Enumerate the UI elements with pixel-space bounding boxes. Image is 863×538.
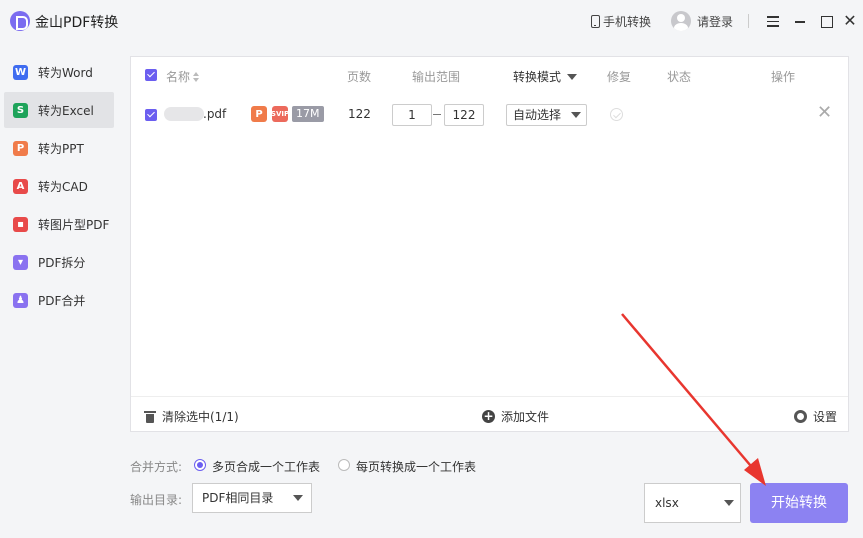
output-dir-select[interactable]: PDF相同目录 — [192, 483, 312, 513]
sidebar-item-ppt[interactable]: P 转为PPT — [4, 130, 114, 166]
merge-mode-label: 合并方式: — [130, 460, 183, 474]
login-label: 请登录 — [697, 14, 734, 29]
conversion-mode-select[interactable]: 自动选择 — [506, 104, 587, 126]
word-icon: W — [13, 64, 28, 80]
add-file-label: 添加文件 — [501, 410, 550, 424]
filename: .pdf — [203, 107, 227, 121]
title-bar: 金山PDF转换 手机转换 请登录 ✕ — [0, 0, 863, 42]
maximize-icon[interactable] — [818, 13, 834, 29]
app-logo-icon — [10, 11, 30, 31]
header-action: 操作 — [771, 70, 796, 84]
sidebar-item-label: 转为Word — [38, 65, 93, 80]
header-range: 输出范围 — [412, 70, 461, 84]
window-close-icon[interactable]: ✕ — [842, 13, 858, 29]
repair-check-icon[interactable] — [610, 108, 623, 121]
trash-icon — [144, 410, 156, 423]
chevron-down-icon — [571, 112, 581, 118]
merge-option-single-sheet-label[interactable]: 多页合成一个工作表 — [212, 458, 320, 475]
header-pages: 页数 — [347, 70, 372, 84]
file-size-badge: 17M — [292, 106, 324, 122]
pdf-split-icon: ▾ — [13, 254, 28, 270]
mobile-convert-label: 手机转换 — [603, 15, 652, 29]
ppt-icon: P — [13, 140, 28, 156]
clear-selected-button[interactable]: 清除选中(1/1) — [144, 408, 239, 425]
excel-icon: S — [13, 102, 28, 118]
sidebar-item-excel[interactable]: S 转为Excel — [4, 92, 114, 128]
output-dir-value: PDF相同目录 — [202, 491, 274, 505]
header-repair: 修复 — [607, 70, 632, 84]
chevron-down-icon — [567, 74, 578, 80]
sidebar: W 转为Word S 转为Excel P 转为PPT A 转为CAD ▪ 转图片… — [0, 54, 118, 320]
sidebar-item-label: 转为CAD — [38, 179, 88, 194]
image-pdf-icon: ▪ — [13, 216, 28, 232]
chevron-down-icon — [724, 500, 734, 506]
cad-icon: A — [13, 178, 28, 194]
sidebar-item-word[interactable]: W 转为Word — [4, 54, 114, 90]
plus-icon: + — [482, 409, 495, 423]
clear-selected-label: 清除选中(1/1) — [162, 410, 239, 424]
output-format-value: xlsx — [655, 496, 679, 510]
select-all-checkbox[interactable] — [145, 69, 157, 81]
merge-option-single-sheet-radio[interactable] — [194, 459, 206, 471]
output-dir-label: 输出目录: — [130, 493, 183, 507]
phone-icon — [591, 15, 600, 28]
table-row: .pdf P SVIP 17M 122 1 122 自动选择 ✕ — [131, 95, 848, 135]
pdf-merge-icon: ♟ — [13, 292, 28, 308]
avatar — [671, 11, 691, 31]
sidebar-item-label: PDF合并 — [38, 293, 86, 308]
start-convert-button[interactable]: 开始转换 — [750, 483, 848, 523]
chevron-down-icon — [293, 495, 303, 501]
login-button[interactable]: 请登录 — [671, 11, 733, 31]
sidebar-item-label: 转为Excel — [38, 103, 94, 118]
header-status: 状态 — [667, 70, 692, 84]
titlebar-divider — [748, 14, 749, 28]
settings-label: 设置 — [813, 410, 838, 424]
add-file-button[interactable]: + 添加文件 — [482, 408, 549, 425]
conversion-mode-value: 自动选择 — [513, 108, 562, 122]
sidebar-item-image-pdf[interactable]: ▪ 转图片型PDF — [4, 206, 114, 242]
minimize-icon[interactable] — [792, 13, 808, 29]
sidebar-item-label: PDF拆分 — [38, 255, 86, 270]
settings-button[interactable]: 设置 — [794, 408, 837, 425]
range-separator — [433, 114, 441, 115]
sidebar-item-pdf-split[interactable]: ▾ PDF拆分 — [4, 244, 114, 280]
pdf-badge-icon: P — [251, 106, 267, 122]
gear-icon — [794, 410, 807, 423]
svip-badge-icon: SVIP — [271, 106, 289, 122]
menu-icon[interactable] — [765, 13, 781, 29]
mobile-convert-button[interactable]: 手机转换 — [591, 13, 651, 30]
app-title: 金山PDF转换 — [35, 15, 119, 31]
panel-footer: 清除选中(1/1) + 添加文件 设置 — [131, 396, 848, 432]
file-list-panel: 名称 页数 输出范围 转换模式 修复 状态 操作 .pdf P SVIP 17M… — [130, 56, 849, 432]
merge-option-per-page-label[interactable]: 每页转换成一个工作表 — [356, 458, 476, 475]
range-from-input[interactable]: 1 — [392, 104, 432, 126]
remove-file-icon[interactable]: ✕ — [817, 104, 832, 122]
page-count: 122 — [348, 107, 371, 121]
sort-icon[interactable] — [193, 72, 200, 82]
sidebar-item-cad[interactable]: A 转为CAD — [4, 168, 114, 204]
sidebar-item-label: 转为PPT — [38, 141, 84, 156]
range-to-input[interactable]: 122 — [444, 104, 484, 126]
table-header: 名称 页数 输出范围 转换模式 修复 状态 操作 — [131, 57, 848, 93]
row-checkbox[interactable] — [145, 109, 157, 121]
sidebar-item-label: 转图片型PDF — [38, 217, 110, 232]
filename-redacted — [164, 107, 204, 121]
sidebar-item-pdf-merge[interactable]: ♟ PDF合并 — [4, 282, 114, 318]
merge-option-per-page-radio[interactable] — [338, 459, 350, 471]
header-mode[interactable]: 转换模式 — [513, 68, 578, 85]
header-name[interactable]: 名称 — [166, 68, 200, 85]
output-format-select[interactable]: xlsx — [644, 483, 741, 523]
